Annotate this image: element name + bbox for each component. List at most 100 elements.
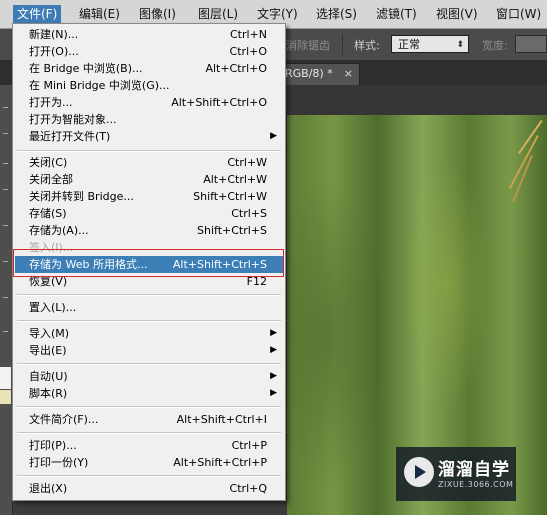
menu-item-label: 导出(E) [29, 344, 67, 357]
menu-item-recent-files[interactable]: 最近打开文件(T) ▶ [15, 128, 283, 145]
menu-item-label: 关闭并转到 Bridge... [29, 190, 134, 203]
watermark-url: ZIXUE.3066.COM [438, 480, 514, 489]
canvas-ruler-area [287, 85, 547, 115]
menu-item-shortcut: Shift+Ctrl+S [197, 224, 267, 237]
menu-item-shortcut: Alt+Shift+Ctrl+I [176, 413, 267, 426]
tool-marker [3, 261, 8, 262]
menu-item-open-as[interactable]: 打开为... Alt+Shift+Ctrl+O [15, 94, 283, 111]
menu-item-check-in: 签入(I)... [15, 239, 283, 256]
menu-item-browse-bridge[interactable]: 在 Bridge 中浏览(B)... Alt+Ctrl+O [15, 60, 283, 77]
menu-item-close[interactable]: 关闭(C) Ctrl+W [15, 154, 283, 171]
menu-item-label: 打印一份(Y) [29, 456, 89, 469]
menu-item-save-for-web[interactable]: 存储为 Web 所用格式... Alt+Shift+Ctrl+S [15, 256, 283, 273]
menu-item-shortcut: Alt+Ctrl+W [203, 173, 267, 186]
menu-item-label: 在 Bridge 中浏览(B)... [29, 62, 143, 75]
watermark-logo: 溜溜自学 ZIXUE.3066.COM [396, 447, 516, 501]
menu-select[interactable]: 选择(S) [312, 5, 361, 23]
updown-arrow-icon: ⬍ [456, 40, 464, 50]
menu-item-print[interactable]: 打印(P)... Ctrl+P [15, 437, 283, 454]
menu-item-open-smart-object[interactable]: 打开为智能对象... [15, 111, 283, 128]
menu-item-close-all[interactable]: 关闭全部 Alt+Ctrl+W [15, 171, 283, 188]
style-select-value: 正常 [398, 38, 420, 51]
menu-item-label: 置入(L)... [29, 301, 77, 314]
menu-item-label: 恢复(V) [29, 275, 68, 288]
menu-item-shortcut: Alt+Ctrl+O [205, 62, 267, 75]
menu-item-label: 打印(P)... [29, 439, 77, 452]
menu-item-scripts[interactable]: 脚本(R) ▶ [15, 385, 283, 402]
menu-item-shortcut: Ctrl+S [231, 207, 267, 220]
width-label: 宽度: [482, 39, 508, 52]
menu-item-label: 签入(I)... [29, 241, 74, 254]
menu-item-label: 导入(M) [29, 327, 70, 340]
menu-item-open[interactable]: 打开(O)... Ctrl+O [15, 43, 283, 60]
file-menu-dropdown: 新建(N)... Ctrl+N 打开(O)... Ctrl+O 在 Bridge… [12, 23, 286, 501]
tool-marker [3, 331, 8, 332]
foreground-color-swatch[interactable] [0, 367, 11, 389]
menu-item-new[interactable]: 新建(N)... Ctrl+N [15, 26, 283, 43]
submenu-arrow-icon: ▶ [270, 371, 277, 381]
menu-item-shortcut: Ctrl+O [229, 45, 267, 58]
menu-item-shortcut: Ctrl+N [229, 28, 267, 41]
menu-item-browse-mini-bridge[interactable]: 在 Mini Bridge 中浏览(G)... [15, 77, 283, 94]
menu-item-shortcut: Alt+Shift+Ctrl+O [171, 96, 267, 109]
menu-item-label: 存储(S) [29, 207, 67, 220]
options-divider [342, 34, 343, 55]
menu-item-label: 最近打开文件(T) [29, 130, 111, 143]
tool-marker [3, 297, 8, 298]
tool-marker [3, 163, 8, 164]
menu-item-label: 自动(U) [29, 370, 68, 383]
style-select[interactable]: 正常 ⬍ [391, 35, 469, 53]
menu-image[interactable]: 图像(I) [135, 5, 180, 23]
menu-item-shortcut: Ctrl+Q [229, 482, 267, 495]
menu-separator [17, 475, 281, 477]
menu-item-shortcut: Ctrl+P [231, 439, 267, 452]
menu-item-save-as[interactable]: 存储为(A)... Shift+Ctrl+S [15, 222, 283, 239]
menu-item-exit[interactable]: 退出(X) Ctrl+Q [15, 480, 283, 497]
menu-view[interactable]: 视图(V) [432, 5, 482, 23]
tool-marker [3, 189, 8, 190]
menu-window[interactable]: 窗口(W) [492, 5, 545, 23]
menu-item-label: 新建(N)... [29, 28, 79, 41]
tool-marker [3, 225, 8, 226]
menu-item-label: 打开为智能对象... [29, 113, 117, 126]
menu-item-shortcut: F12 [246, 275, 267, 288]
menu-item-label: 退出(X) [29, 482, 68, 495]
menu-item-label: 打开为... [29, 96, 73, 109]
menu-separator [17, 406, 281, 408]
menu-item-label: 脚本(R) [29, 387, 68, 400]
menu-item-import[interactable]: 导入(M) ▶ [15, 325, 283, 342]
menu-item-label: 关闭全部 [29, 173, 73, 186]
menu-item-label: 存储为(A)... [29, 224, 89, 237]
submenu-arrow-icon: ▶ [270, 131, 277, 141]
document-tab-title: RGB/8) * [285, 67, 333, 80]
width-input[interactable] [515, 35, 547, 53]
menu-separator [17, 294, 281, 296]
menu-separator [17, 432, 281, 434]
menu-layer[interactable]: 图层(L) [194, 5, 242, 23]
menu-item-shortcut: Shift+Ctrl+W [193, 190, 267, 203]
menu-item-label: 存储为 Web 所用格式... [29, 258, 148, 271]
menu-item-label: 关闭(C) [29, 156, 68, 169]
menu-separator [17, 150, 281, 152]
menu-item-export[interactable]: 导出(E) ▶ [15, 342, 283, 359]
background-color-swatch[interactable] [0, 390, 11, 404]
menu-filter[interactable]: 滤镜(T) [372, 5, 421, 23]
play-logo-icon [404, 457, 434, 487]
menu-item-save[interactable]: 存储(S) Ctrl+S [15, 205, 283, 222]
menu-item-print-one-copy[interactable]: 打印一份(Y) Alt+Shift+Ctrl+P [15, 454, 283, 471]
close-icon[interactable]: × [344, 64, 353, 84]
menu-file[interactable]: 文件(F) [13, 5, 62, 23]
antialias-checkbox-label[interactable]: 消除锯齿 [286, 37, 330, 53]
menu-item-file-info[interactable]: 文件简介(F)... Alt+Shift+Ctrl+I [15, 411, 283, 428]
submenu-arrow-icon: ▶ [270, 345, 277, 355]
menu-item-shortcut: Alt+Shift+Ctrl+P [173, 456, 267, 469]
menu-item-label: 打开(O)... [29, 45, 79, 58]
menu-edit[interactable]: 编辑(E) [75, 5, 124, 23]
menu-item-revert[interactable]: 恢复(V) F12 [15, 273, 283, 290]
submenu-arrow-icon: ▶ [270, 388, 277, 398]
menu-type[interactable]: 文字(Y) [253, 5, 302, 23]
menu-item-close-go-bridge[interactable]: 关闭并转到 Bridge... Shift+Ctrl+W [15, 188, 283, 205]
watermark-name: 溜溜自学 [438, 460, 510, 480]
menu-item-place[interactable]: 置入(L)... [15, 299, 283, 316]
menu-item-automate[interactable]: 自动(U) ▶ [15, 368, 283, 385]
